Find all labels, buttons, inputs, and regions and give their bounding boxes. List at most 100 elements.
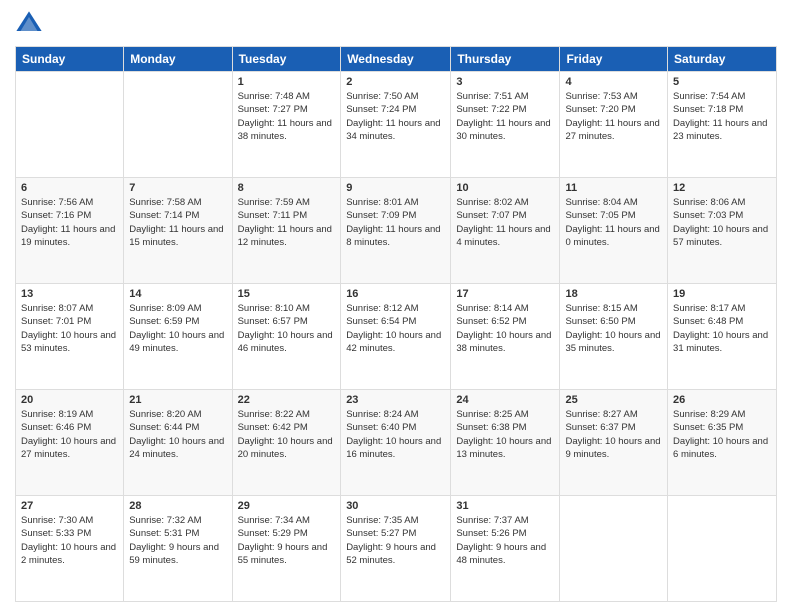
day-cell: 1 Sunrise: 7:48 AMSunset: 7:27 PMDayligh… (232, 72, 341, 178)
day-cell: 19 Sunrise: 8:17 AMSunset: 6:48 PMDaylig… (668, 284, 777, 390)
day-cell: 30 Sunrise: 7:35 AMSunset: 5:27 PMDaylig… (341, 496, 451, 602)
day-number: 1 (238, 76, 336, 88)
logo (15, 10, 47, 38)
day-info: Sunrise: 7:50 AMSunset: 7:24 PMDaylight:… (346, 90, 445, 143)
day-info: Sunrise: 8:06 AMSunset: 7:03 PMDaylight:… (673, 196, 771, 249)
day-number: 21 (129, 394, 226, 406)
day-number: 27 (21, 500, 118, 512)
day-info: Sunrise: 8:22 AMSunset: 6:42 PMDaylight:… (238, 408, 336, 461)
day-number: 17 (456, 288, 554, 300)
day-info: Sunrise: 8:12 AMSunset: 6:54 PMDaylight:… (346, 302, 445, 355)
week-row-1: 6 Sunrise: 7:56 AMSunset: 7:16 PMDayligh… (16, 178, 777, 284)
day-info: Sunrise: 8:02 AMSunset: 7:07 PMDaylight:… (456, 196, 554, 249)
day-number: 20 (21, 394, 118, 406)
day-number: 3 (456, 76, 554, 88)
day-cell: 5 Sunrise: 7:54 AMSunset: 7:18 PMDayligh… (668, 72, 777, 178)
day-info: Sunrise: 8:14 AMSunset: 6:52 PMDaylight:… (456, 302, 554, 355)
day-info: Sunrise: 8:25 AMSunset: 6:38 PMDaylight:… (456, 408, 554, 461)
day-cell: 22 Sunrise: 8:22 AMSunset: 6:42 PMDaylig… (232, 390, 341, 496)
weekday-header-wednesday: Wednesday (341, 47, 451, 72)
day-cell (560, 496, 668, 602)
page: SundayMondayTuesdayWednesdayThursdayFrid… (0, 0, 792, 612)
day-number: 13 (21, 288, 118, 300)
day-info: Sunrise: 8:24 AMSunset: 6:40 PMDaylight:… (346, 408, 445, 461)
logo-icon (15, 10, 43, 38)
day-number: 7 (129, 182, 226, 194)
day-cell: 12 Sunrise: 8:06 AMSunset: 7:03 PMDaylig… (668, 178, 777, 284)
day-cell: 25 Sunrise: 8:27 AMSunset: 6:37 PMDaylig… (560, 390, 668, 496)
day-info: Sunrise: 8:15 AMSunset: 6:50 PMDaylight:… (565, 302, 662, 355)
day-cell: 15 Sunrise: 8:10 AMSunset: 6:57 PMDaylig… (232, 284, 341, 390)
day-info: Sunrise: 7:51 AMSunset: 7:22 PMDaylight:… (456, 90, 554, 143)
day-cell: 7 Sunrise: 7:58 AMSunset: 7:14 PMDayligh… (124, 178, 232, 284)
weekday-header-monday: Monday (124, 47, 232, 72)
weekday-header-sunday: Sunday (16, 47, 124, 72)
day-cell: 3 Sunrise: 7:51 AMSunset: 7:22 PMDayligh… (451, 72, 560, 178)
day-info: Sunrise: 8:29 AMSunset: 6:35 PMDaylight:… (673, 408, 771, 461)
day-info: Sunrise: 8:07 AMSunset: 7:01 PMDaylight:… (21, 302, 118, 355)
day-cell: 18 Sunrise: 8:15 AMSunset: 6:50 PMDaylig… (560, 284, 668, 390)
day-info: Sunrise: 7:37 AMSunset: 5:26 PMDaylight:… (456, 514, 554, 567)
day-cell: 10 Sunrise: 8:02 AMSunset: 7:07 PMDaylig… (451, 178, 560, 284)
day-cell: 2 Sunrise: 7:50 AMSunset: 7:24 PMDayligh… (341, 72, 451, 178)
day-number: 12 (673, 182, 771, 194)
day-info: Sunrise: 7:59 AMSunset: 7:11 PMDaylight:… (238, 196, 336, 249)
day-cell: 21 Sunrise: 8:20 AMSunset: 6:44 PMDaylig… (124, 390, 232, 496)
day-info: Sunrise: 8:17 AMSunset: 6:48 PMDaylight:… (673, 302, 771, 355)
day-info: Sunrise: 7:58 AMSunset: 7:14 PMDaylight:… (129, 196, 226, 249)
day-number: 5 (673, 76, 771, 88)
week-row-3: 20 Sunrise: 8:19 AMSunset: 6:46 PMDaylig… (16, 390, 777, 496)
day-info: Sunrise: 8:27 AMSunset: 6:37 PMDaylight:… (565, 408, 662, 461)
day-info: Sunrise: 7:53 AMSunset: 7:20 PMDaylight:… (565, 90, 662, 143)
day-info: Sunrise: 7:34 AMSunset: 5:29 PMDaylight:… (238, 514, 336, 567)
day-number: 8 (238, 182, 336, 194)
week-row-2: 13 Sunrise: 8:07 AMSunset: 7:01 PMDaylig… (16, 284, 777, 390)
day-number: 16 (346, 288, 445, 300)
day-cell: 31 Sunrise: 7:37 AMSunset: 5:26 PMDaylig… (451, 496, 560, 602)
day-info: Sunrise: 8:04 AMSunset: 7:05 PMDaylight:… (565, 196, 662, 249)
day-number: 26 (673, 394, 771, 406)
header (15, 10, 777, 38)
day-number: 9 (346, 182, 445, 194)
day-cell: 13 Sunrise: 8:07 AMSunset: 7:01 PMDaylig… (16, 284, 124, 390)
day-cell (668, 496, 777, 602)
day-cell: 14 Sunrise: 8:09 AMSunset: 6:59 PMDaylig… (124, 284, 232, 390)
weekday-header-saturday: Saturday (668, 47, 777, 72)
day-number: 14 (129, 288, 226, 300)
day-number: 22 (238, 394, 336, 406)
day-cell: 17 Sunrise: 8:14 AMSunset: 6:52 PMDaylig… (451, 284, 560, 390)
week-row-4: 27 Sunrise: 7:30 AMSunset: 5:33 PMDaylig… (16, 496, 777, 602)
day-number: 31 (456, 500, 554, 512)
day-info: Sunrise: 7:54 AMSunset: 7:18 PMDaylight:… (673, 90, 771, 143)
day-cell: 26 Sunrise: 8:29 AMSunset: 6:35 PMDaylig… (668, 390, 777, 496)
day-number: 24 (456, 394, 554, 406)
day-info: Sunrise: 7:32 AMSunset: 5:31 PMDaylight:… (129, 514, 226, 567)
day-number: 11 (565, 182, 662, 194)
day-cell: 20 Sunrise: 8:19 AMSunset: 6:46 PMDaylig… (16, 390, 124, 496)
day-cell: 11 Sunrise: 8:04 AMSunset: 7:05 PMDaylig… (560, 178, 668, 284)
day-info: Sunrise: 7:48 AMSunset: 7:27 PMDaylight:… (238, 90, 336, 143)
day-cell: 27 Sunrise: 7:30 AMSunset: 5:33 PMDaylig… (16, 496, 124, 602)
day-number: 30 (346, 500, 445, 512)
day-number: 29 (238, 500, 336, 512)
day-cell (124, 72, 232, 178)
day-cell: 4 Sunrise: 7:53 AMSunset: 7:20 PMDayligh… (560, 72, 668, 178)
day-info: Sunrise: 7:30 AMSunset: 5:33 PMDaylight:… (21, 514, 118, 567)
day-number: 15 (238, 288, 336, 300)
day-number: 25 (565, 394, 662, 406)
day-cell: 28 Sunrise: 7:32 AMSunset: 5:31 PMDaylig… (124, 496, 232, 602)
day-info: Sunrise: 7:35 AMSunset: 5:27 PMDaylight:… (346, 514, 445, 567)
day-cell: 9 Sunrise: 8:01 AMSunset: 7:09 PMDayligh… (341, 178, 451, 284)
day-info: Sunrise: 8:19 AMSunset: 6:46 PMDaylight:… (21, 408, 118, 461)
weekday-header-thursday: Thursday (451, 47, 560, 72)
day-number: 2 (346, 76, 445, 88)
day-info: Sunrise: 8:20 AMSunset: 6:44 PMDaylight:… (129, 408, 226, 461)
day-number: 4 (565, 76, 662, 88)
day-info: Sunrise: 8:09 AMSunset: 6:59 PMDaylight:… (129, 302, 226, 355)
weekday-header-tuesday: Tuesday (232, 47, 341, 72)
day-cell (16, 72, 124, 178)
day-number: 10 (456, 182, 554, 194)
day-info: Sunrise: 8:01 AMSunset: 7:09 PMDaylight:… (346, 196, 445, 249)
day-number: 23 (346, 394, 445, 406)
day-number: 6 (21, 182, 118, 194)
